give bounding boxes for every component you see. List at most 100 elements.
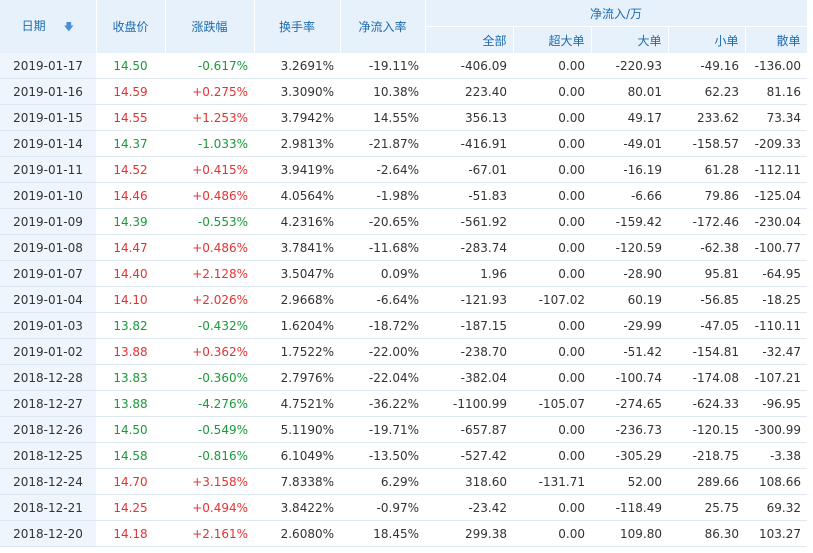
table-body: 2019-01-17 14.50 -0.617% 3.2691% -19.11% -406… — [0, 53, 807, 547]
cell-all: 1.96 — [425, 260, 513, 287]
cell-large: -236.73 — [591, 416, 668, 443]
cell-small: -174.08 — [668, 364, 745, 391]
cell-small: -56.85 — [668, 286, 745, 313]
cell-net-rate: -21.87% — [340, 130, 425, 157]
cell-close: 14.46 — [96, 182, 165, 209]
header-small[interactable]: 小单 — [668, 26, 746, 53]
cell-all: -382.04 — [425, 364, 513, 391]
cell-date: 2018-12-24 — [0, 468, 96, 495]
cell-retail: -112.11 — [745, 156, 807, 183]
cell-date: 2018-12-26 — [0, 416, 96, 443]
table-row[interactable]: 2018-12-25 14.58 -0.816% 6.1049% -13.50% -527… — [0, 442, 807, 469]
cell-all: -1100.99 — [425, 390, 513, 417]
header-super[interactable]: 超大单 — [513, 26, 592, 53]
cell-small: -624.33 — [668, 390, 745, 417]
table-row[interactable]: 2018-12-28 13.83 -0.360% 2.7976% -22.04% -382… — [0, 364, 807, 391]
cell-super: 0.00 — [513, 520, 591, 547]
cell-net-rate: -18.72% — [340, 312, 425, 339]
table-row[interactable]: 2018-12-27 13.88 -4.276% 4.7521% -36.22% -110… — [0, 390, 807, 417]
cell-change: -4.276% — [165, 390, 254, 417]
cell-turnover: 2.6080% — [254, 520, 340, 547]
table-row[interactable]: 2019-01-02 13.88 +0.362% 1.7522% -22.00% -238… — [0, 338, 807, 365]
cell-small: -47.05 — [668, 312, 745, 339]
header-net-flow-group: 净流入/万 — [425, 0, 808, 27]
cell-net-rate: 10.38% — [340, 78, 425, 105]
table-row[interactable]: 2019-01-16 14.59 +0.275% 3.3090% 10.38% 223.4… — [0, 78, 807, 105]
cell-all: -67.01 — [425, 156, 513, 183]
header-date-label: 日期 — [21, 18, 46, 33]
cell-all: -561.92 — [425, 208, 513, 235]
table-row[interactable]: 2019-01-11 14.52 +0.415% 3.9419% -2.64% -67.0… — [0, 156, 807, 183]
cell-change: +2.128% — [165, 260, 254, 287]
cell-close: 13.82 — [96, 312, 165, 339]
cell-turnover: 1.7522% — [254, 338, 340, 365]
cell-close: 14.40 — [96, 260, 165, 287]
cell-super: 0.00 — [513, 182, 591, 209]
cell-turnover: 1.6204% — [254, 312, 340, 339]
cell-change: -0.432% — [165, 312, 254, 339]
cell-retail: -32.47 — [745, 338, 807, 365]
cell-large: 109.80 — [591, 520, 668, 547]
header-change[interactable]: 涨跌幅 — [165, 0, 255, 53]
cell-close: 13.88 — [96, 390, 165, 417]
cell-net-rate: 6.29% — [340, 468, 425, 495]
cell-net-rate: -1.98% — [340, 182, 425, 209]
table-row[interactable]: 2018-12-24 14.70 +3.158% 7.8338% 6.29% 318.60… — [0, 468, 807, 495]
cell-small: 95.81 — [668, 260, 745, 287]
cell-turnover: 3.5047% — [254, 260, 340, 287]
cell-turnover: 2.9668% — [254, 286, 340, 313]
cell-turnover: 6.1049% — [254, 442, 340, 469]
table-row[interactable]: 2018-12-20 14.18 +2.161% 2.6080% 18.45% 299.3… — [0, 520, 807, 547]
cell-all: -23.42 — [425, 494, 513, 521]
header-turnover[interactable]: 换手率 — [254, 0, 341, 53]
table-row[interactable]: 2019-01-08 14.47 +0.486% 3.7841% -11.68% -283… — [0, 234, 807, 261]
cell-close: 14.18 — [96, 520, 165, 547]
cell-net-rate: -19.11% — [340, 53, 425, 79]
cell-all: -406.09 — [425, 53, 513, 79]
cell-turnover: 2.9813% — [254, 130, 340, 157]
cell-date: 2019-01-04 — [0, 286, 96, 313]
cell-all: -51.83 — [425, 182, 513, 209]
cell-net-rate: -11.68% — [340, 234, 425, 261]
table-row[interactable]: 2019-01-15 14.55 +1.253% 3.7942% 14.55% 356.1… — [0, 104, 807, 131]
table-row[interactable]: 2019-01-14 14.37 -1.033% 2.9813% -21.87% -416… — [0, 130, 807, 157]
cell-super: 0.00 — [513, 260, 591, 287]
cell-retail: -3.38 — [745, 442, 807, 469]
table-row[interactable]: 2019-01-07 14.40 +2.128% 3.5047% 0.09% 1.96 0.… — [0, 260, 807, 287]
cell-small: 86.30 — [668, 520, 745, 547]
table-row[interactable]: 2019-01-03 13.82 -0.432% 1.6204% -18.72% -187… — [0, 312, 807, 339]
cell-all: -187.15 — [425, 312, 513, 339]
cell-net-rate: -13.50% — [340, 442, 425, 469]
header-retail[interactable]: 散单 — [745, 26, 808, 53]
table-row[interactable]: 2019-01-17 14.50 -0.617% 3.2691% -19.11% -406… — [0, 53, 807, 79]
cell-large: -28.90 — [591, 260, 668, 287]
cell-retail: 81.16 — [745, 78, 807, 105]
header-large[interactable]: 大单 — [591, 26, 669, 53]
cell-all: -121.93 — [425, 286, 513, 313]
cell-close: 13.83 — [96, 364, 165, 391]
cell-date: 2019-01-16 — [0, 78, 96, 105]
header-close[interactable]: 收盘价 — [96, 0, 166, 53]
table-row[interactable]: 2018-12-21 14.25 +0.494% 3.8422% -0.97% -23.4… — [0, 494, 807, 521]
cell-net-rate: 18.45% — [340, 520, 425, 547]
header-net-rate[interactable]: 净流入率 — [340, 0, 426, 53]
header-all[interactable]: 全部 — [425, 26, 514, 53]
cell-super: 0.00 — [513, 416, 591, 443]
cell-turnover: 5.1190% — [254, 416, 340, 443]
cell-large: -159.42 — [591, 208, 668, 235]
table-row[interactable]: 2019-01-04 14.10 +2.026% 2.9668% -6.64% -121.… — [0, 286, 807, 313]
cell-date: 2019-01-14 — [0, 130, 96, 157]
sort-down-arrow-icon[interactable]: 🡇 — [64, 22, 74, 33]
cell-close: 14.59 — [96, 78, 165, 105]
cell-date: 2018-12-21 — [0, 494, 96, 521]
table-row[interactable]: 2019-01-10 14.46 +0.486% 4.0564% -1.98% -51.8… — [0, 182, 807, 209]
table-row[interactable]: 2019-01-09 14.39 -0.553% 4.2316% -20.65% -561… — [0, 208, 807, 235]
cell-all: -238.70 — [425, 338, 513, 365]
header-date[interactable]: 日期 🡇 — [0, 0, 97, 53]
cell-change: +2.026% — [165, 286, 254, 313]
table-row[interactable]: 2018-12-26 14.50 -0.549% 5.1190% -19.71% -657… — [0, 416, 807, 443]
cell-date: 2019-01-15 — [0, 104, 96, 131]
cell-super: 0.00 — [513, 53, 591, 79]
cell-close: 14.47 — [96, 234, 165, 261]
cell-net-rate: 0.09% — [340, 260, 425, 287]
